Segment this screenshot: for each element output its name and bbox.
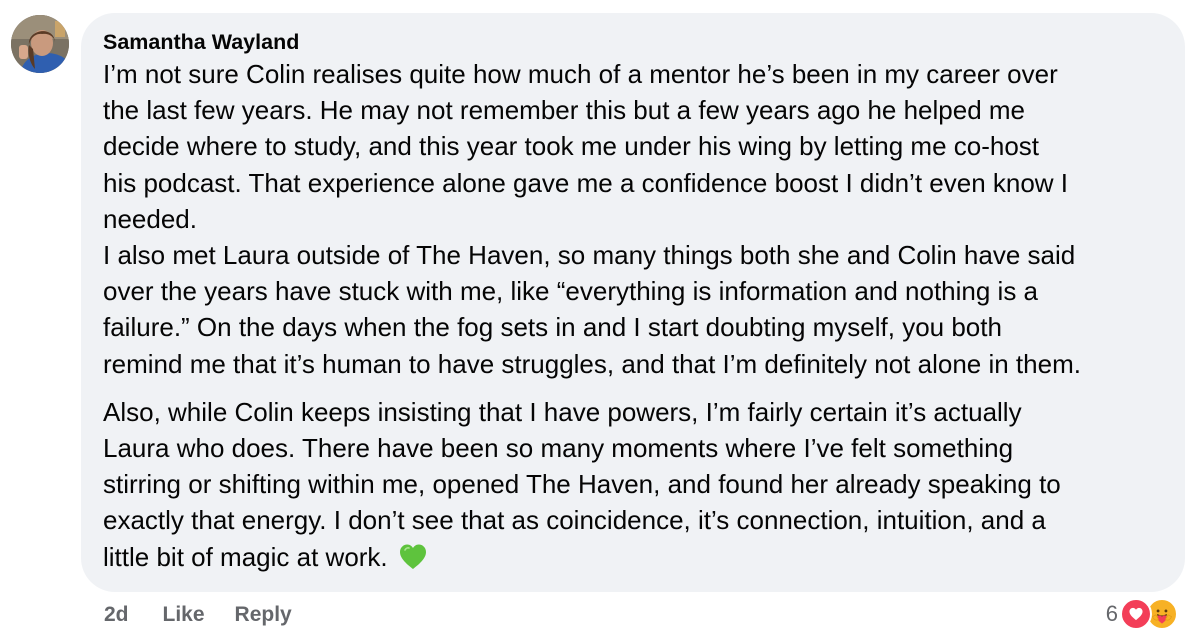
comment-line: needed. <box>103 203 197 234</box>
comment-paragraph-1: I’m not sure Colin realises quite how mu… <box>103 56 1165 382</box>
comment-line: stirring or shifting within me, opened T… <box>103 469 1061 500</box>
comment-paragraph-2: Also, while Colin keeps insisting that I… <box>103 394 1165 575</box>
comment-line: I also met Laura outside of The Haven, s… <box>103 240 1076 271</box>
comment-line: his podcast. That experience alone gave … <box>103 167 1069 198</box>
comment-actions-bar: 2d Like Reply <box>104 600 292 630</box>
comment-line: Laura who does. There have been so many … <box>103 433 1014 464</box>
comment-line-text: little bit of magic at work. <box>103 541 388 572</box>
comment-line: Also, while Colin keeps insisting that I… <box>103 396 1022 427</box>
comment-author-name[interactable]: Samantha Wayland <box>103 28 1165 56</box>
comment-line: exactly that energy. I don’t see that as… <box>103 505 1046 536</box>
comment-line: decide where to study, and this year too… <box>103 131 1040 162</box>
reactions-summary[interactable]: 6 <box>1106 596 1178 632</box>
comment-line: the last few years. He may not remember … <box>103 95 1026 126</box>
green-heart-icon <box>399 544 426 569</box>
avatar[interactable] <box>11 15 69 73</box>
comment-line: I’m not sure Colin realises quite how mu… <box>103 59 1058 89</box>
comment-bubble: Samantha Wayland I’m not sure Colin real… <box>81 13 1185 592</box>
reaction-count: 6 <box>1105 601 1118 626</box>
comment-line: over the years have stuck with me, like … <box>103 276 1039 307</box>
like-button[interactable]: Like <box>163 603 205 627</box>
comment-line: failure.” On the days when the fog sets … <box>103 312 1002 343</box>
comment-line: remind me that it’s human to have strugg… <box>103 348 1081 379</box>
love-reaction-icon <box>1120 598 1152 630</box>
reply-button[interactable]: Reply <box>235 603 292 627</box>
comment-timestamp[interactable]: 2d <box>104 603 129 627</box>
avatar-image <box>11 15 69 73</box>
comment-line-last: little bit of magic at work. <box>103 539 1165 575</box>
